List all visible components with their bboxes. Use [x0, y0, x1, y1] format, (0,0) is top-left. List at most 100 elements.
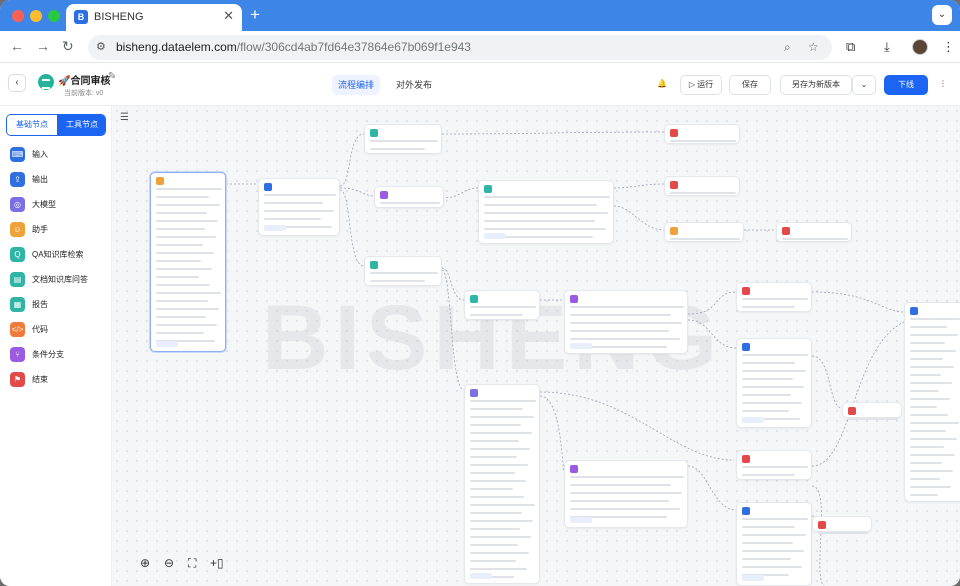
flow-node[interactable]: [364, 124, 442, 154]
palette-tabs: 基础节点 工具节点: [6, 114, 106, 136]
node-content-line: [742, 534, 806, 536]
maximize-window-button[interactable]: [48, 10, 60, 22]
flow-node-start[interactable]: [150, 172, 226, 352]
flow-node-llm[interactable]: [464, 384, 540, 584]
node-type-icon: [570, 465, 578, 473]
node-content-line: [156, 228, 205, 230]
sidebar-item-input[interactable]: ⌨ 输入: [10, 146, 106, 164]
node-content-line: [470, 464, 528, 466]
sidebar-item-doc-qa[interactable]: ▤ 文档知识库问答: [10, 271, 106, 289]
flow-node[interactable]: [664, 222, 744, 242]
add-note-icon[interactable]: +▯: [210, 556, 224, 570]
tab-external-publish[interactable]: 对外发布: [390, 75, 438, 95]
node-add-button[interactable]: [156, 341, 178, 347]
flow-node-output[interactable]: [736, 502, 812, 586]
node-add-button[interactable]: [742, 417, 764, 423]
flow-node[interactable]: [564, 460, 688, 528]
reload-icon[interactable]: ↻: [62, 38, 74, 55]
tab-flow-editing[interactable]: 流程编排: [332, 75, 381, 95]
node-content-line: [156, 268, 212, 270]
bookmark-star-icon[interactable]: ☆: [808, 40, 819, 54]
sidebar-item-code[interactable]: </> 代码: [10, 321, 106, 339]
minimize-window-button[interactable]: [30, 10, 42, 22]
node-content-line: [818, 532, 868, 534]
sidebar-item-condition-branch[interactable]: ⑂ 条件分支: [10, 346, 106, 364]
more-options-icon[interactable]: ⋮: [936, 75, 950, 95]
doc-qa-icon: ▤: [10, 272, 25, 287]
node-add-button[interactable]: [570, 343, 592, 349]
close-window-button[interactable]: [12, 10, 24, 22]
tab-tool-nodes[interactable]: 工具节点: [57, 115, 105, 135]
node-add-button[interactable]: [484, 233, 506, 239]
tab-close-icon[interactable]: ✕: [223, 8, 234, 24]
sidebar-item-assistant[interactable]: ☺ 助手: [10, 221, 106, 239]
back-button[interactable]: ‹: [8, 74, 26, 92]
flow-node-end[interactable]: [842, 402, 902, 420]
save-as-new-version-button[interactable]: 另存为新版本: [780, 75, 852, 95]
site-settings-icon[interactable]: ⚙: [96, 40, 106, 53]
sidebar-item-label: 输出: [32, 175, 48, 184]
flow-canvas[interactable]: BISHENG ☰ ⊕ ⊖ ⛶ +▯: [112, 106, 960, 586]
flow-node-end[interactable]: [776, 222, 852, 242]
flow-node-end[interactable]: [664, 176, 740, 196]
node-add-button[interactable]: [570, 517, 592, 523]
offline-button[interactable]: 下线: [884, 75, 928, 95]
node-header: [670, 129, 734, 138]
zoom-out-icon[interactable]: ⊖: [164, 556, 174, 570]
node-content-line: [470, 480, 526, 482]
node-content-line: [470, 488, 513, 490]
tab-search-icon[interactable]: ⌄: [932, 5, 952, 25]
node-header: [380, 191, 438, 200]
sidebar-item-llm[interactable]: ◎ 大模型: [10, 196, 106, 214]
fit-view-icon[interactable]: ⛶: [188, 556, 196, 571]
notification-bell-icon[interactable]: 🔔: [652, 75, 672, 95]
back-icon[interactable]: ←: [10, 38, 24, 54]
forward-icon[interactable]: →: [36, 38, 50, 54]
new-tab-icon[interactable]: +: [250, 5, 260, 25]
flow-node-output[interactable]: [736, 338, 812, 428]
edit-title-icon[interactable]: ✎: [108, 71, 116, 82]
node-type-icon: [742, 287, 750, 295]
tab-basic-nodes[interactable]: 基础节点: [7, 115, 57, 135]
run-button[interactable]: ▷ 运行: [680, 75, 722, 95]
flow-node[interactable]: [374, 186, 444, 208]
node-type-icon: [910, 307, 918, 315]
profile-avatar[interactable]: [912, 39, 928, 55]
flow-node[interactable]: [736, 282, 812, 312]
save-button[interactable]: 保存: [729, 75, 771, 95]
download-icon[interactable]: ⤓: [884, 39, 890, 55]
sidebar-item-qa-retrieval[interactable]: Q QA知识库检索: [10, 246, 106, 264]
url-text[interactable]: bisheng.dataelem.com/flow/306cd4ab7fd64e…: [116, 40, 471, 54]
flow-node[interactable]: [364, 256, 442, 286]
version-dropdown-chevron-icon[interactable]: ⌄: [852, 75, 876, 95]
node-content-line: [470, 472, 515, 474]
flow-node-end[interactable]: [812, 516, 872, 534]
node-content-line: [370, 280, 425, 282]
flow-node[interactable]: [564, 290, 688, 354]
zoom-icon[interactable]: ⌕: [784, 40, 791, 55]
sidebar-item-end-flag[interactable]: ⚑ 结束: [10, 371, 106, 389]
flow-node[interactable]: [478, 180, 614, 244]
extensions-icon[interactable]: ⧉: [846, 39, 855, 55]
node-content-line: [370, 140, 438, 142]
zoom-controls: ⊕ ⊖ ⛶ +▯: [134, 554, 234, 578]
zoom-in-icon[interactable]: ⊕: [140, 556, 150, 570]
sidebar-item-report[interactable]: ▦ 报告: [10, 296, 106, 314]
flow-node-input[interactable]: [258, 178, 340, 236]
flow-node[interactable]: [736, 450, 812, 480]
flow-node-output[interactable]: [904, 302, 960, 502]
sidebar-item-output[interactable]: ⇪ 输出: [10, 171, 106, 189]
node-content-line: [742, 362, 795, 364]
browser-tab[interactable]: B BISHENG ✕: [66, 4, 242, 31]
node-header: [156, 177, 220, 186]
node-add-button[interactable]: [264, 225, 286, 231]
address-bar[interactable]: ⚙ bisheng.dataelem.com/flow/306cd4ab7fd6…: [88, 35, 832, 60]
flow-node[interactable]: [464, 290, 540, 320]
node-content-line: [470, 408, 523, 410]
more-menu-icon[interactable]: ⋮: [942, 39, 955, 55]
flow-node-end[interactable]: [664, 124, 740, 144]
qa-retrieval-icon: Q: [10, 247, 25, 262]
node-add-button[interactable]: [742, 575, 764, 581]
node-add-button[interactable]: [470, 573, 492, 579]
node-content-line: [470, 560, 516, 562]
